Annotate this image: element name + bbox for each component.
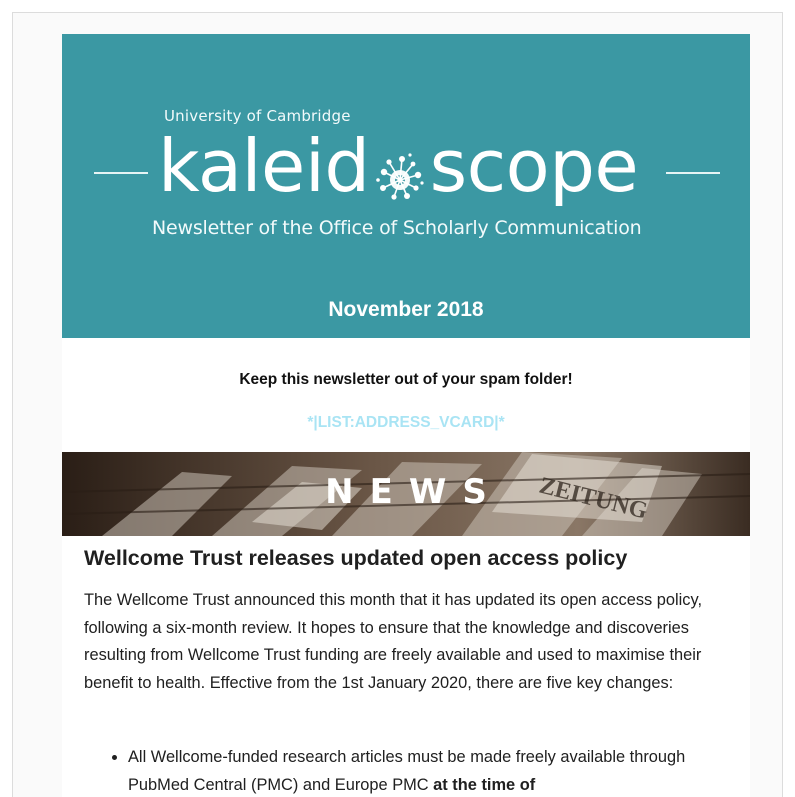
list-item: All Wellcome-funded research articles mu… [128,744,734,797]
newsletter-email: University of Cambridge kaleid scope New… [62,34,750,797]
news-section-banner: ZEITUNG NEWS [62,452,750,536]
spam-folder-notice: Keep this newsletter out of your spam fo… [239,371,573,388]
article-body: The Wellcome Trust announced this month … [84,591,703,692]
policy-changes-list: All Wellcome-funded research articles mu… [84,744,734,797]
address-vcard-merge-tag[interactable]: *|LIST:ADDRESS_VCARD|* [62,414,750,432]
wordmark-right-text: scope [429,124,639,208]
list-item-text: All Wellcome-funded research articles mu… [128,748,686,794]
kaleidoscope-wordmark: kaleid scope [158,124,639,208]
header-rule-right [666,172,720,174]
university-label: University of Cambridge [164,107,351,125]
wordmark-left-text: kaleid [158,124,370,208]
list-item-emphasis: at the time of [433,775,536,794]
newsletter-tagline: Newsletter of the Office of Scholarly Co… [152,217,642,239]
newsletter-header: University of Cambridge kaleid scope New… [62,34,750,338]
header-rule-left [94,172,148,174]
article-headline: Wellcome Trust releases updated open acc… [84,546,628,570]
dandelion-flower-icon [372,141,428,200]
news-section-label: NEWS [325,472,503,512]
issue-date: November 2018 [328,298,484,321]
